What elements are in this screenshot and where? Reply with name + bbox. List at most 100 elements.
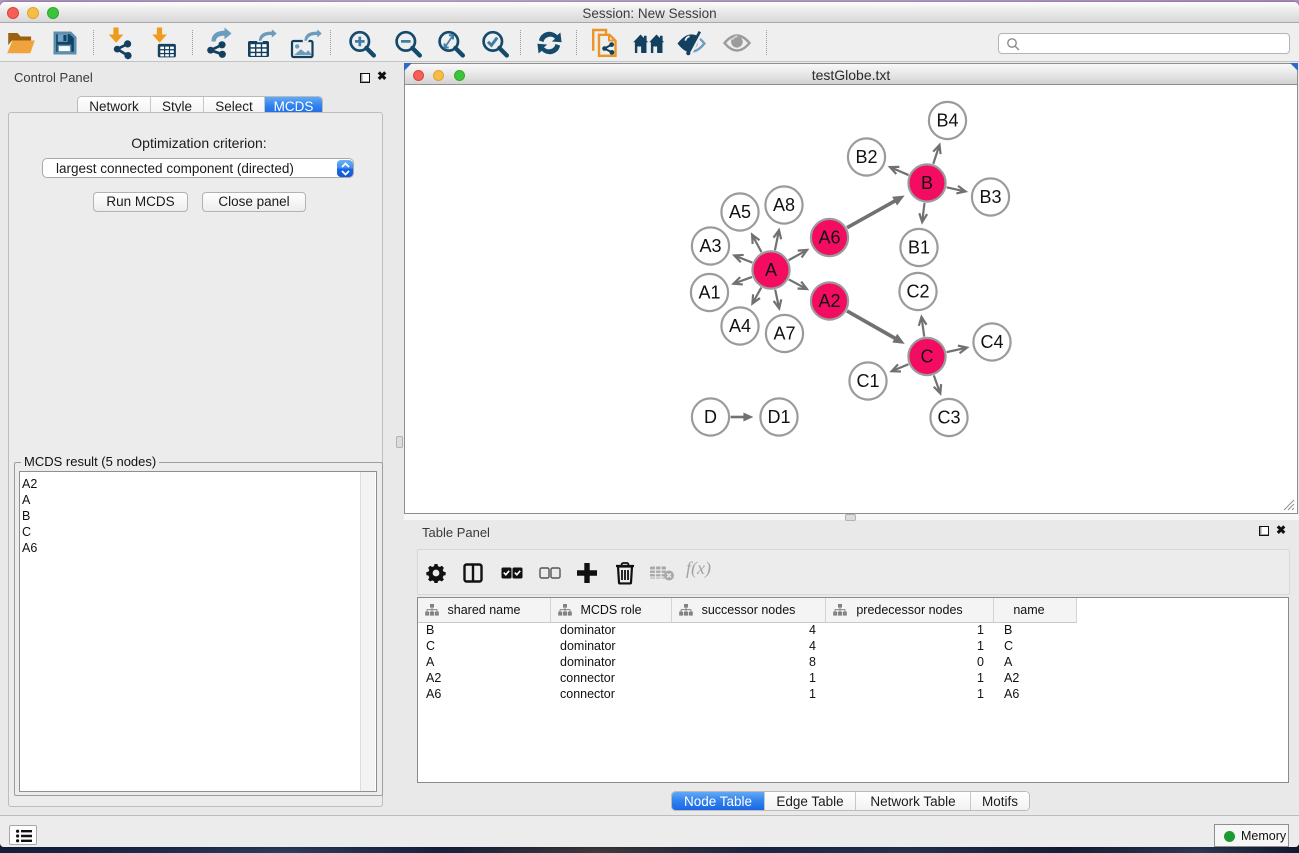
node-A2[interactable]: A2 (811, 282, 848, 319)
table-row[interactable]: Adominator80A (418, 654, 1288, 670)
network-canvas[interactable]: A A6 A2 B C A5A8 A3 A1A4A7 B2 B4 B3 B1 C2 C4 C1 C3 D D1 (405, 86, 1297, 513)
edge-A-A6[interactable] (789, 250, 808, 260)
node-D1[interactable]: D1 (760, 398, 797, 435)
node-A3[interactable]: A3 (692, 227, 729, 264)
export-network-icon[interactable] (201, 26, 237, 60)
table-row[interactable]: Cdominator41C (418, 638, 1288, 654)
node-D[interactable]: D (692, 398, 729, 435)
edge-D-D1[interactable] (731, 413, 754, 422)
edge-A2-C[interactable] (847, 311, 905, 344)
result-item[interactable]: C (22, 525, 37, 541)
clone-network-icon[interactable] (587, 26, 623, 60)
resize-grip-icon[interactable] (1279, 495, 1295, 511)
tab-motifs[interactable]: Motifs (971, 792, 1029, 810)
show-all-icon[interactable] (719, 26, 755, 60)
node-B3[interactable]: B3 (972, 178, 1009, 215)
network-window-titlebar[interactable]: testGlobe.txt (405, 64, 1297, 85)
refresh-icon[interactable] (531, 26, 567, 60)
add-column-icon[interactable] (572, 559, 602, 587)
task-history-button[interactable] (9, 825, 37, 845)
edge-A-A1[interactable] (734, 277, 753, 285)
node-C3[interactable]: C3 (930, 399, 967, 436)
control-panel-float-icon[interactable] (360, 73, 370, 83)
node-A[interactable]: A (752, 251, 789, 288)
home-layout-icon[interactable] (630, 26, 666, 60)
mcds-result-list[interactable]: A2ABCA6 (19, 471, 377, 792)
edge-A-A2[interactable] (789, 279, 807, 289)
node-table[interactable]: shared nameMCDS rolesuccessor nodesprede… (417, 597, 1289, 783)
delete-column-icon[interactable] (610, 559, 640, 587)
node-C[interactable]: C (908, 338, 945, 375)
table-row[interactable]: A2connector11A2 (418, 670, 1288, 686)
edge-C-C2[interactable] (919, 317, 927, 337)
memory-indicator[interactable]: Memory (1214, 824, 1289, 847)
edge-B-B1[interactable] (919, 203, 927, 222)
edge-A6-B[interactable] (847, 195, 905, 227)
edge-B-B2[interactable] (890, 167, 909, 175)
node-A5[interactable]: A5 (721, 193, 758, 230)
result-scrollbar[interactable] (360, 472, 375, 791)
result-item[interactable]: A (22, 493, 37, 509)
zoom-fit-icon[interactable] (432, 26, 468, 60)
node-A7[interactable]: A7 (766, 315, 803, 352)
edge-A-A8[interactable] (773, 230, 781, 250)
horizontal-splitter-handle[interactable] (845, 514, 856, 521)
hide-selected-icon[interactable] (674, 26, 710, 60)
node-C1[interactable]: C1 (849, 362, 886, 399)
node-A6[interactable]: A6 (811, 219, 848, 256)
select-all-icon[interactable] (497, 559, 527, 587)
import-network-icon[interactable] (102, 26, 138, 60)
edge-A-A7[interactable] (774, 290, 782, 309)
zoom-in-icon[interactable] (343, 26, 379, 60)
save-session-icon[interactable] (47, 26, 83, 60)
edge-C-C3[interactable] (934, 375, 941, 393)
node-B[interactable]: B (908, 164, 945, 201)
column-header-shared-name[interactable]: shared name (418, 598, 551, 623)
edge-C-C4[interactable] (947, 346, 967, 354)
deselect-all-icon[interactable] (535, 559, 565, 587)
column-header-MCDS-role[interactable]: MCDS role (551, 598, 672, 623)
node-A1[interactable]: A1 (691, 274, 728, 311)
export-image-icon[interactable] (287, 26, 323, 60)
table-row[interactable]: A6connector11A6 (418, 686, 1288, 702)
node-B2[interactable]: B2 (848, 138, 885, 175)
column-header-name[interactable]: name (994, 598, 1077, 623)
result-item[interactable]: A6 (22, 541, 37, 557)
function-builder-icon[interactable]: f(x) (686, 558, 711, 579)
node-A8[interactable]: A8 (765, 186, 802, 223)
node-A4[interactable]: A4 (721, 307, 758, 344)
tab-edge-table[interactable]: Edge Table (765, 792, 856, 810)
vertical-splitter-handle[interactable] (396, 436, 403, 448)
node-B1[interactable]: B1 (900, 229, 937, 266)
edge-A-A5[interactable] (752, 235, 761, 253)
export-table-icon[interactable] (243, 26, 279, 60)
edge-C-C1[interactable] (892, 364, 909, 371)
node-C4[interactable]: C4 (973, 323, 1010, 360)
run-mcds-button[interactable]: Run MCDS (93, 192, 188, 212)
tab-network-table[interactable]: Network Table (856, 792, 971, 810)
table-panel-float-icon[interactable] (1259, 526, 1269, 536)
edge-B-B3[interactable] (947, 186, 966, 194)
split-columns-icon[interactable] (458, 559, 488, 587)
zoom-out-icon[interactable] (389, 26, 425, 60)
import-table-icon[interactable] (146, 26, 182, 60)
tab-node-table[interactable]: Node Table (672, 792, 765, 810)
delete-table-icon[interactable] (647, 559, 677, 587)
edge-A-A4[interactable] (752, 288, 761, 304)
search-input[interactable] (998, 33, 1290, 54)
column-header-successor-nodes[interactable]: successor nodes (672, 598, 826, 623)
edge-A-A3[interactable] (734, 255, 752, 263)
node-B4[interactable]: B4 (929, 102, 966, 139)
optimization-criterion-select[interactable]: largest connected component (directed) (42, 158, 354, 178)
result-item[interactable]: A2 (22, 477, 37, 493)
table-panel-close-icon[interactable]: ✖ (1276, 523, 1286, 537)
close-panel-button[interactable]: Close panel (202, 192, 306, 212)
zoom-selected-icon[interactable] (476, 26, 512, 60)
result-item[interactable]: B (22, 509, 37, 525)
control-panel-close-icon[interactable]: ✖ (377, 69, 387, 83)
column-header-predecessor-nodes[interactable]: predecessor nodes (826, 598, 994, 623)
open-session-icon[interactable] (3, 26, 39, 60)
table-settings-icon[interactable] (421, 559, 451, 587)
node-C2[interactable]: C2 (899, 273, 936, 310)
edge-B-B4[interactable] (933, 145, 940, 164)
